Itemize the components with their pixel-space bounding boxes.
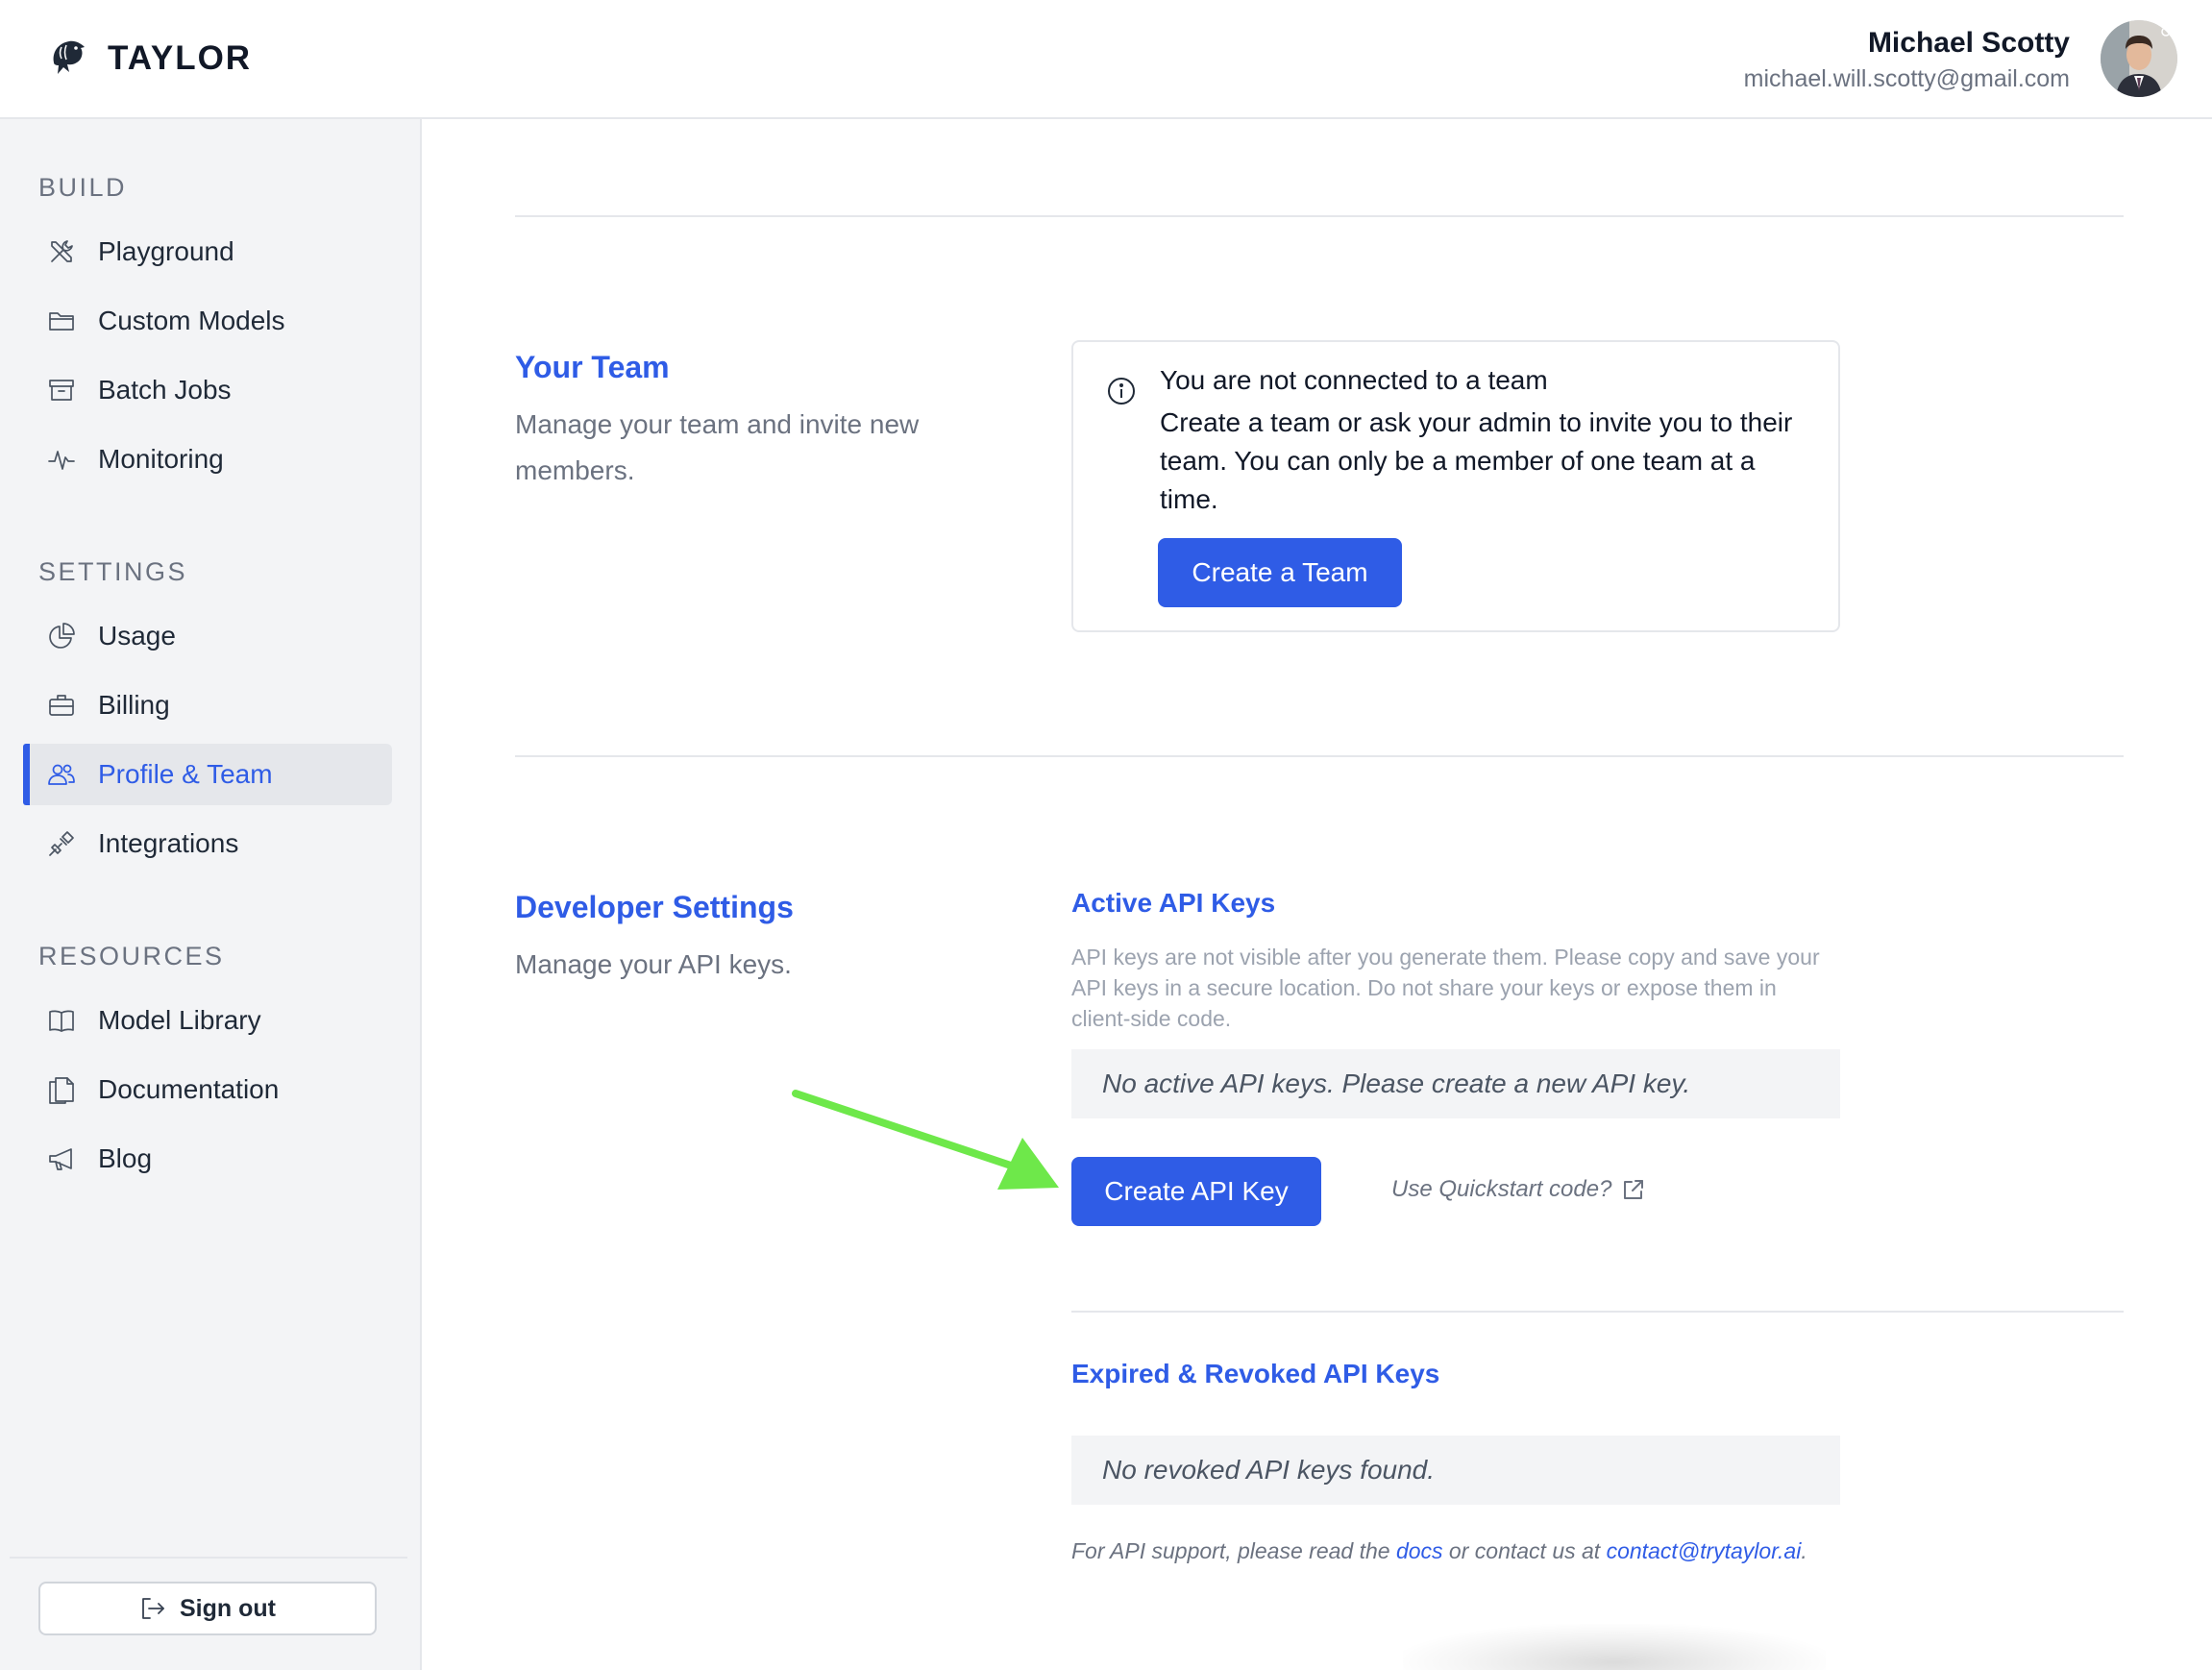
user-email: michael.will.scotty@gmail.com [1743, 65, 2070, 92]
support-prefix: For API support, please read the [1071, 1538, 1396, 1563]
sidebar-item-label: Profile & Team [98, 759, 273, 789]
team-notice-title: You are not connected to a team [1160, 365, 1548, 395]
brand-name: TAYLOR [108, 39, 253, 77]
support-suffix: . [1801, 1538, 1807, 1563]
sidebar-item-label: Blog [98, 1143, 153, 1173]
create-api-key-button[interactable]: Create API Key [1071, 1157, 1321, 1226]
team-section-description: Manage your team and invite new members. [515, 409, 920, 485]
sign-out-label: Sign out [180, 1594, 276, 1622]
sidebar-item-label: Batch Jobs [98, 375, 232, 405]
nav-section-settings: SETTINGS [38, 557, 188, 586]
sidebar-item-label: Billing [98, 690, 170, 720]
divider-keys [1071, 1311, 2124, 1313]
annotation-arrow-icon [792, 1090, 1059, 1190]
external-link-icon [1624, 1180, 1644, 1199]
sidebar-divider [10, 1557, 407, 1559]
app-root: TAYLOR BUILD Playground Custom Models Ba… [0, 0, 2212, 1670]
sidebar-item-usage[interactable]: Usage [23, 605, 392, 667]
developer-section-description: Manage your API keys. [515, 949, 792, 979]
tools-icon [46, 236, 77, 267]
info-icon [1106, 376, 1137, 406]
sidebar-item-label: Usage [98, 621, 176, 651]
quickstart-link[interactable]: Use Quickstart code? [1391, 1176, 1646, 1203]
sidebar-item-label: Documentation [98, 1074, 280, 1104]
nav-section-resources: RESOURCES [38, 942, 225, 970]
sign-out-icon [142, 1598, 164, 1619]
top-bar: Michael Scotty michael.will.scotty@gmail… [422, 0, 2212, 119]
documents-icon [46, 1074, 77, 1105]
sidebar-item-label: Integrations [98, 828, 239, 858]
sidebar-item-model-library[interactable]: Model Library [23, 990, 392, 1051]
active-keys-empty-state: No active API keys. Please create a new … [1071, 1049, 1840, 1118]
sidebar-item-batch-jobs[interactable]: Batch Jobs [23, 359, 392, 421]
team-notice-card: You are not connected to a team Create a… [1071, 340, 1840, 632]
support-email-link[interactable]: contact@trytaylor.ai [1607, 1538, 1802, 1563]
sidebar-item-label: Custom Models [98, 306, 285, 335]
book-icon [46, 1005, 77, 1036]
sidebar-item-integrations[interactable]: Integrations [23, 813, 392, 874]
developer-section-title: Developer Settings [515, 890, 794, 924]
docs-link[interactable]: docs [1396, 1538, 1443, 1563]
sidebar-item-playground[interactable]: Playground [23, 221, 392, 282]
sidebar: TAYLOR BUILD Playground Custom Models Ba… [0, 0, 422, 1670]
archive-icon [46, 375, 77, 405]
sidebar-item-profile-team[interactable]: Profile & Team [23, 744, 392, 805]
briefcase-icon [46, 690, 77, 721]
sidebar-item-label: Model Library [98, 1005, 261, 1035]
support-middle: or contact us at [1442, 1538, 1607, 1563]
sidebar-item-monitoring[interactable]: Monitoring [23, 429, 392, 490]
sidebar-item-blog[interactable]: Blog [23, 1128, 392, 1190]
team-notice-body: Create a team or ask your admin to invit… [1160, 407, 1793, 514]
megaphone-icon [46, 1143, 77, 1174]
active-keys-title: Active API Keys [1071, 888, 1276, 918]
sidebar-item-custom-models[interactable]: Custom Models [23, 290, 392, 352]
plug-icon [46, 828, 77, 859]
pulse-icon [46, 444, 77, 475]
sidebar-item-billing[interactable]: Billing [23, 675, 392, 736]
divider-middle [515, 755, 2124, 757]
divider-top [515, 215, 2124, 217]
quickstart-link-label: Use Quickstart code? [1391, 1176, 1612, 1202]
sign-out-button[interactable]: Sign out [38, 1582, 377, 1635]
users-icon [46, 759, 77, 790]
sidebar-item-label: Playground [98, 236, 234, 266]
avatar[interactable] [2101, 20, 2177, 97]
revoked-keys-empty-state: No revoked API keys found. [1071, 1436, 1840, 1505]
nav-section-build: BUILD [38, 173, 128, 202]
create-team-button[interactable]: Create a Team [1158, 538, 1402, 607]
revoked-keys-title: Expired & Revoked API Keys [1071, 1359, 1440, 1388]
sidebar-item-label: Monitoring [98, 444, 224, 474]
folder-icon [46, 306, 77, 336]
active-keys-description: API keys are not visible after you gener… [1071, 945, 1820, 1031]
bottom-fade-shadow [1403, 1624, 1826, 1670]
sidebar-item-documentation[interactable]: Documentation [23, 1059, 392, 1120]
team-section-title: Your Team [515, 350, 670, 384]
user-name: Michael Scotty [1867, 27, 2070, 59]
brand[interactable]: TAYLOR [0, 0, 422, 119]
dolphin-icon [46, 34, 92, 84]
pie-chart-icon [46, 621, 77, 651]
api-support-note: For API support, please read the docs or… [1071, 1535, 1840, 1566]
